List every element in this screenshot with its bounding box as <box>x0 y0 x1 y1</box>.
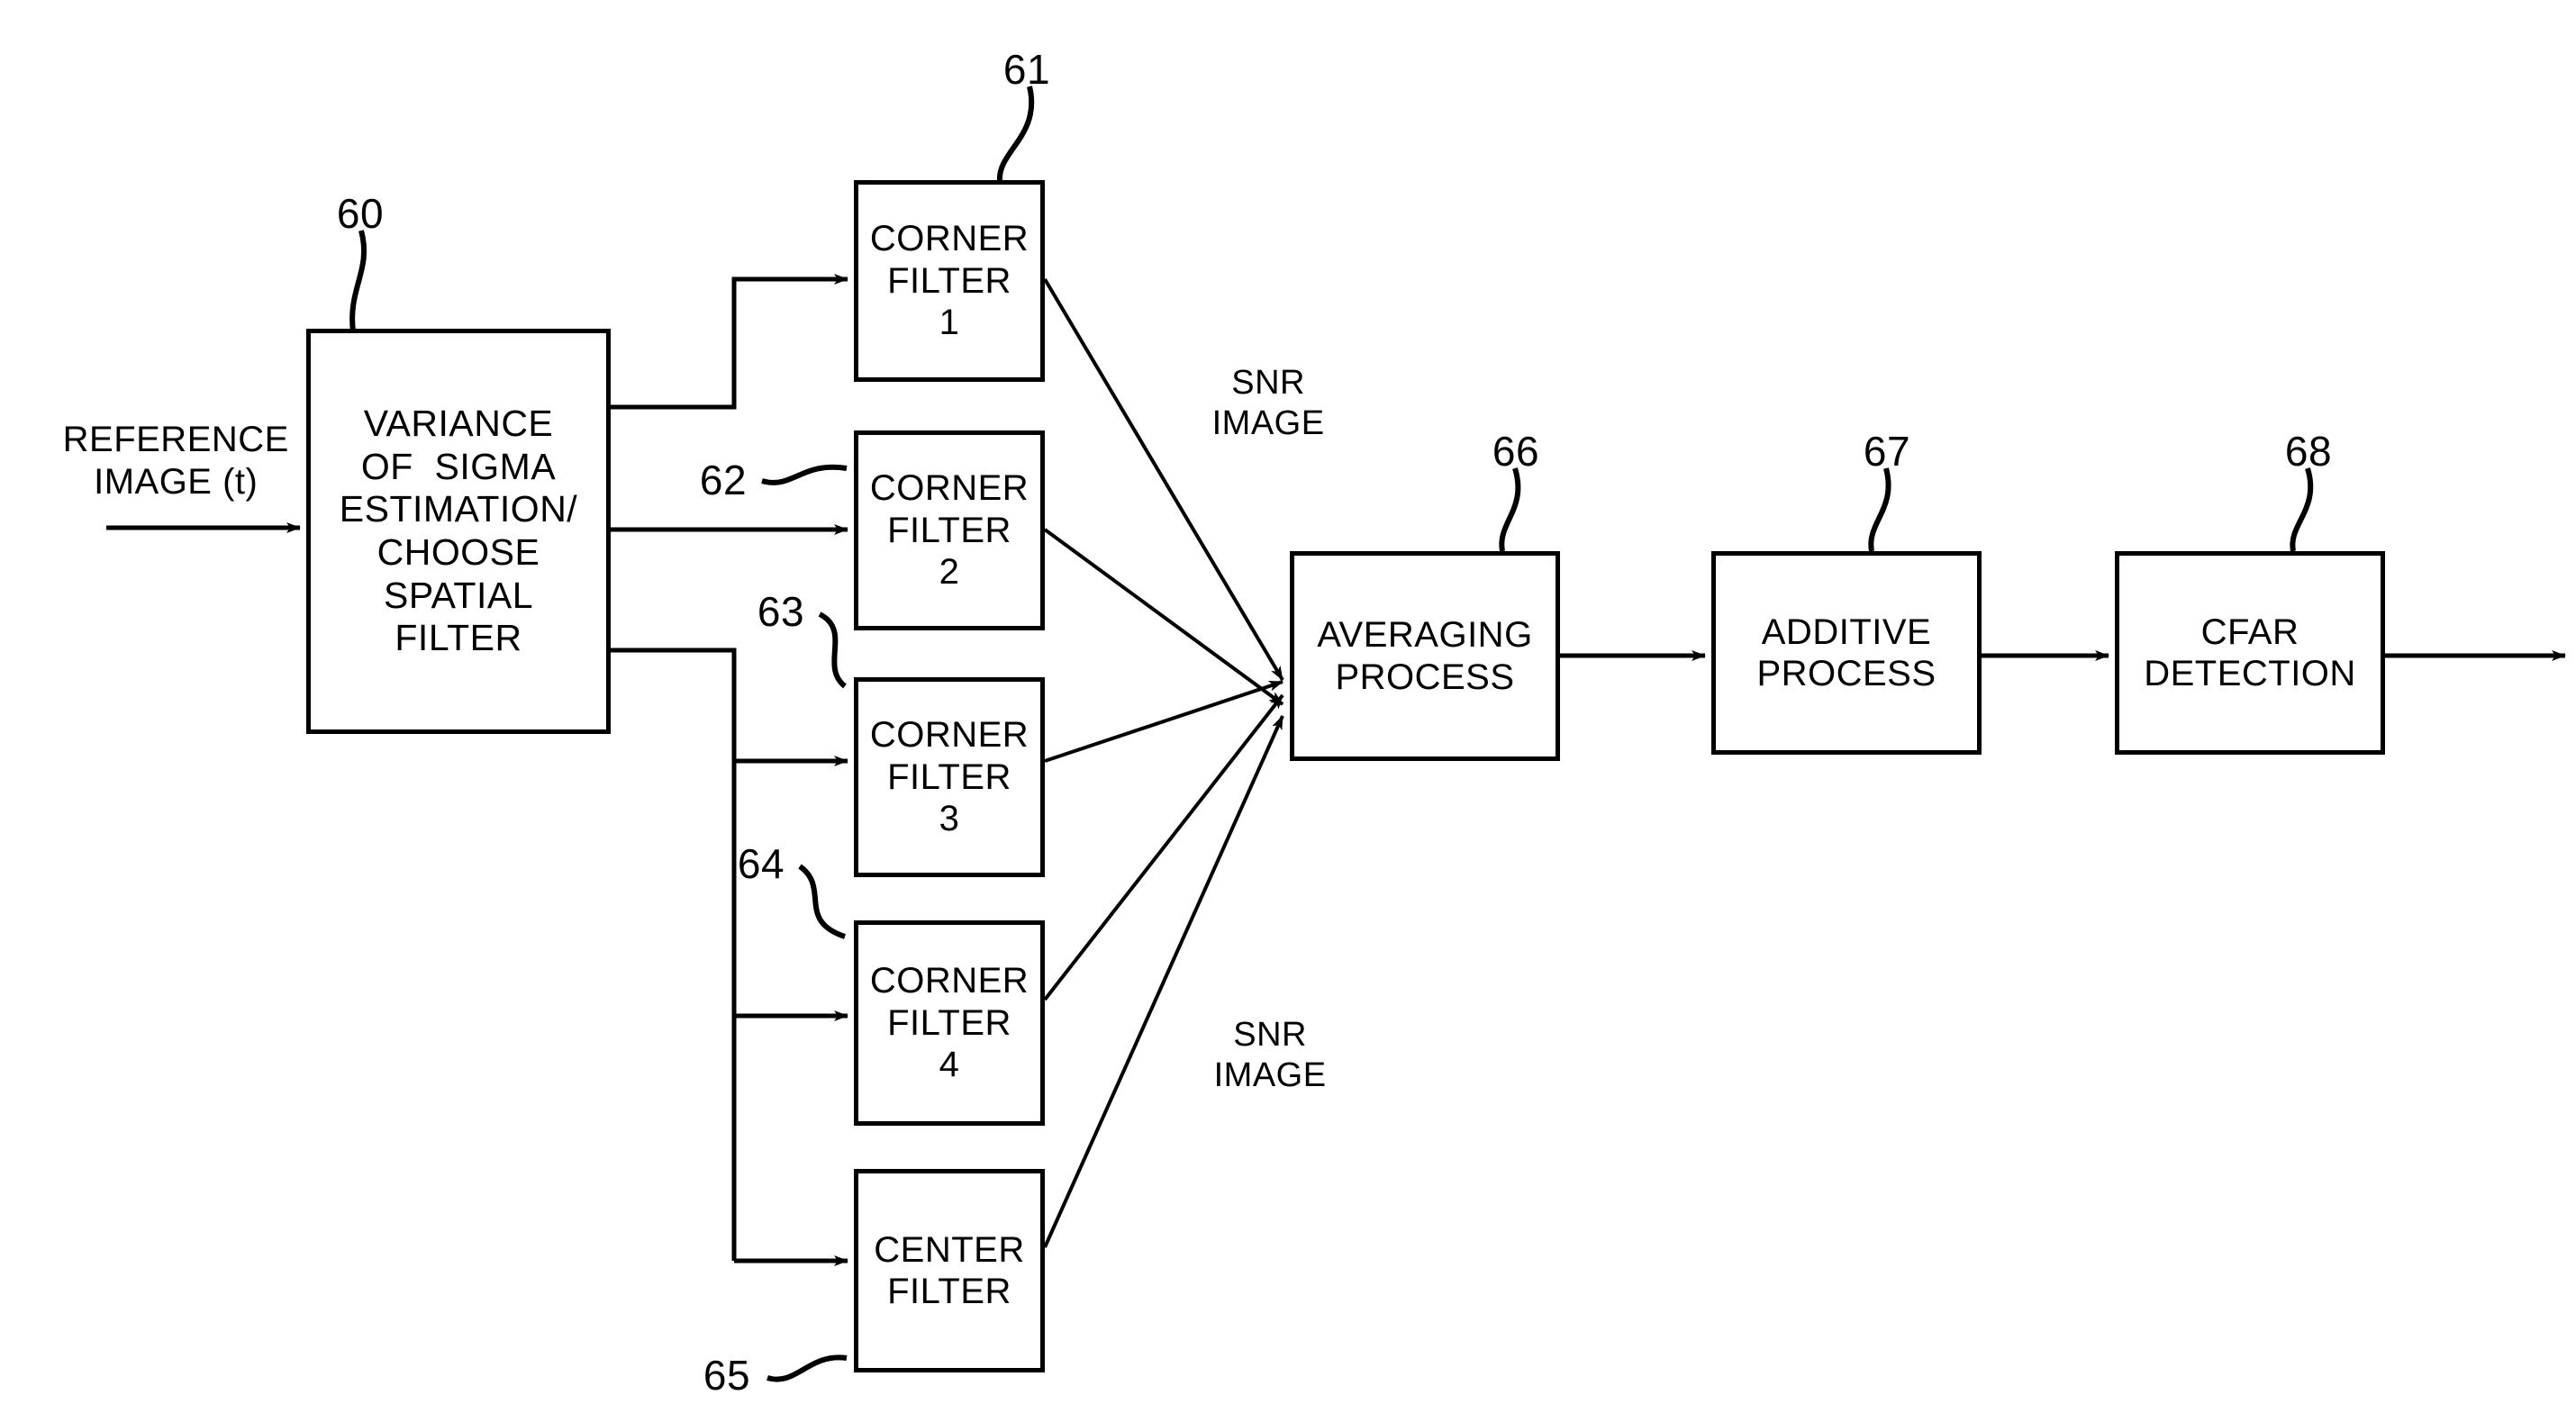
block-corner-filter-4[interactable]: CORNER FILTER 4 <box>854 920 1045 1126</box>
block-line: OF SIGMA <box>360 445 557 487</box>
block-line: 4 <box>939 1045 960 1085</box>
block-line: VARIANCE <box>363 403 554 445</box>
block-line: FILTER <box>887 1272 1011 1311</box>
block-line: PROCESS <box>1335 657 1515 697</box>
block-center-filter[interactable]: CENTER FILTER <box>854 1169 1045 1372</box>
block-line: 1 <box>939 303 960 343</box>
ref-numeral-61: 61 <box>1002 46 1051 93</box>
snr-label-line2: IMAGE <box>1213 1055 1327 1094</box>
block-line: SPATIAL <box>383 574 534 616</box>
ref-numeral-67: 67 <box>1863 428 1911 475</box>
input-label-line2: IMAGE (t) <box>94 462 259 503</box>
block-line: FILTER <box>887 1002 1011 1043</box>
block-line: FILTER <box>887 756 1011 797</box>
block-line: CORNER <box>869 468 1029 509</box>
block-line: AVERAGING <box>1317 615 1533 656</box>
leader-67 <box>1868 467 1891 552</box>
wire-cf3-to-averaging <box>1044 680 1283 763</box>
ref-numeral-68: 68 <box>2284 428 2333 475</box>
block-line: ADDITIVE <box>1761 611 1932 652</box>
leader-65 <box>766 1354 848 1382</box>
leader-63 <box>818 611 848 689</box>
block-cfar-detection[interactable]: CFAR DETECTION <box>2115 551 2385 755</box>
block-line: FILTER <box>887 260 1011 301</box>
ref-numeral-63: 63 <box>757 588 805 635</box>
leader-62 <box>761 464 848 485</box>
edge-label-snr-image-bottom: SNR IMAGE <box>1169 974 1331 1136</box>
ref-numeral-60: 60 <box>336 190 385 237</box>
ref-numeral-64: 64 <box>737 840 785 887</box>
block-line: 3 <box>939 799 960 839</box>
input-label-line1: REFERENCE <box>62 420 289 460</box>
block-corner-filter-2[interactable]: CORNER FILTER 2 <box>854 430 1045 630</box>
block-corner-filter-1[interactable]: CORNER FILTER 1 <box>854 180 1045 382</box>
leader-61 <box>996 86 1035 181</box>
block-line: PROCESS <box>1756 654 1937 693</box>
leader-66 <box>1499 467 1521 552</box>
leader-64 <box>798 864 846 939</box>
block-line: DETECTION <box>2144 654 2356 693</box>
wire-variance-to-cf1 <box>611 274 848 410</box>
block-line: CORNER <box>869 961 1029 1001</box>
leader-68 <box>2290 467 2314 552</box>
leader-60 <box>349 230 367 332</box>
block-additive-process[interactable]: ADDITIVE PROCESS <box>1711 551 1982 755</box>
wire-variance-trunk <box>611 648 737 1261</box>
block-line: FILTER <box>395 617 522 659</box>
block-line: CFAR <box>2200 611 2299 652</box>
block-line: FILTER <box>887 510 1011 550</box>
block-line: 2 <box>939 552 960 593</box>
edge-label-snr-image-top: SNR IMAGE <box>1167 322 1329 484</box>
figure-canvas: REFERENCE IMAGE (t) VARIANCE OF SIGMA ES… <box>0 0 2576 1422</box>
block-line: CORNER <box>869 219 1029 259</box>
block-line: ESTIMATION/ <box>339 488 578 530</box>
block-line: CORNER <box>869 715 1029 756</box>
ref-numeral-66: 66 <box>1492 428 1540 475</box>
block-line: CHOOSE <box>376 531 540 573</box>
snr-label-line2: IMAGE <box>1211 403 1325 442</box>
block-line: CENTER <box>874 1229 1025 1270</box>
snr-label-line1: SNR <box>1233 1015 1307 1054</box>
block-corner-filter-3[interactable]: CORNER FILTER 3 <box>854 677 1045 877</box>
wire-cf4-to-averaging <box>1043 693 1284 1001</box>
block-averaging-process[interactable]: AVERAGING PROCESS <box>1290 551 1560 761</box>
block-variance-of-sigma-estimation[interactable]: VARIANCE OF SIGMA ESTIMATION/ CHOOSE SPA… <box>306 329 611 734</box>
ref-numeral-65: 65 <box>703 1352 751 1399</box>
snr-label-line1: SNR <box>1231 363 1305 402</box>
ref-numeral-62: 62 <box>699 457 748 503</box>
input-label: REFERENCE IMAGE (t) <box>20 376 290 547</box>
